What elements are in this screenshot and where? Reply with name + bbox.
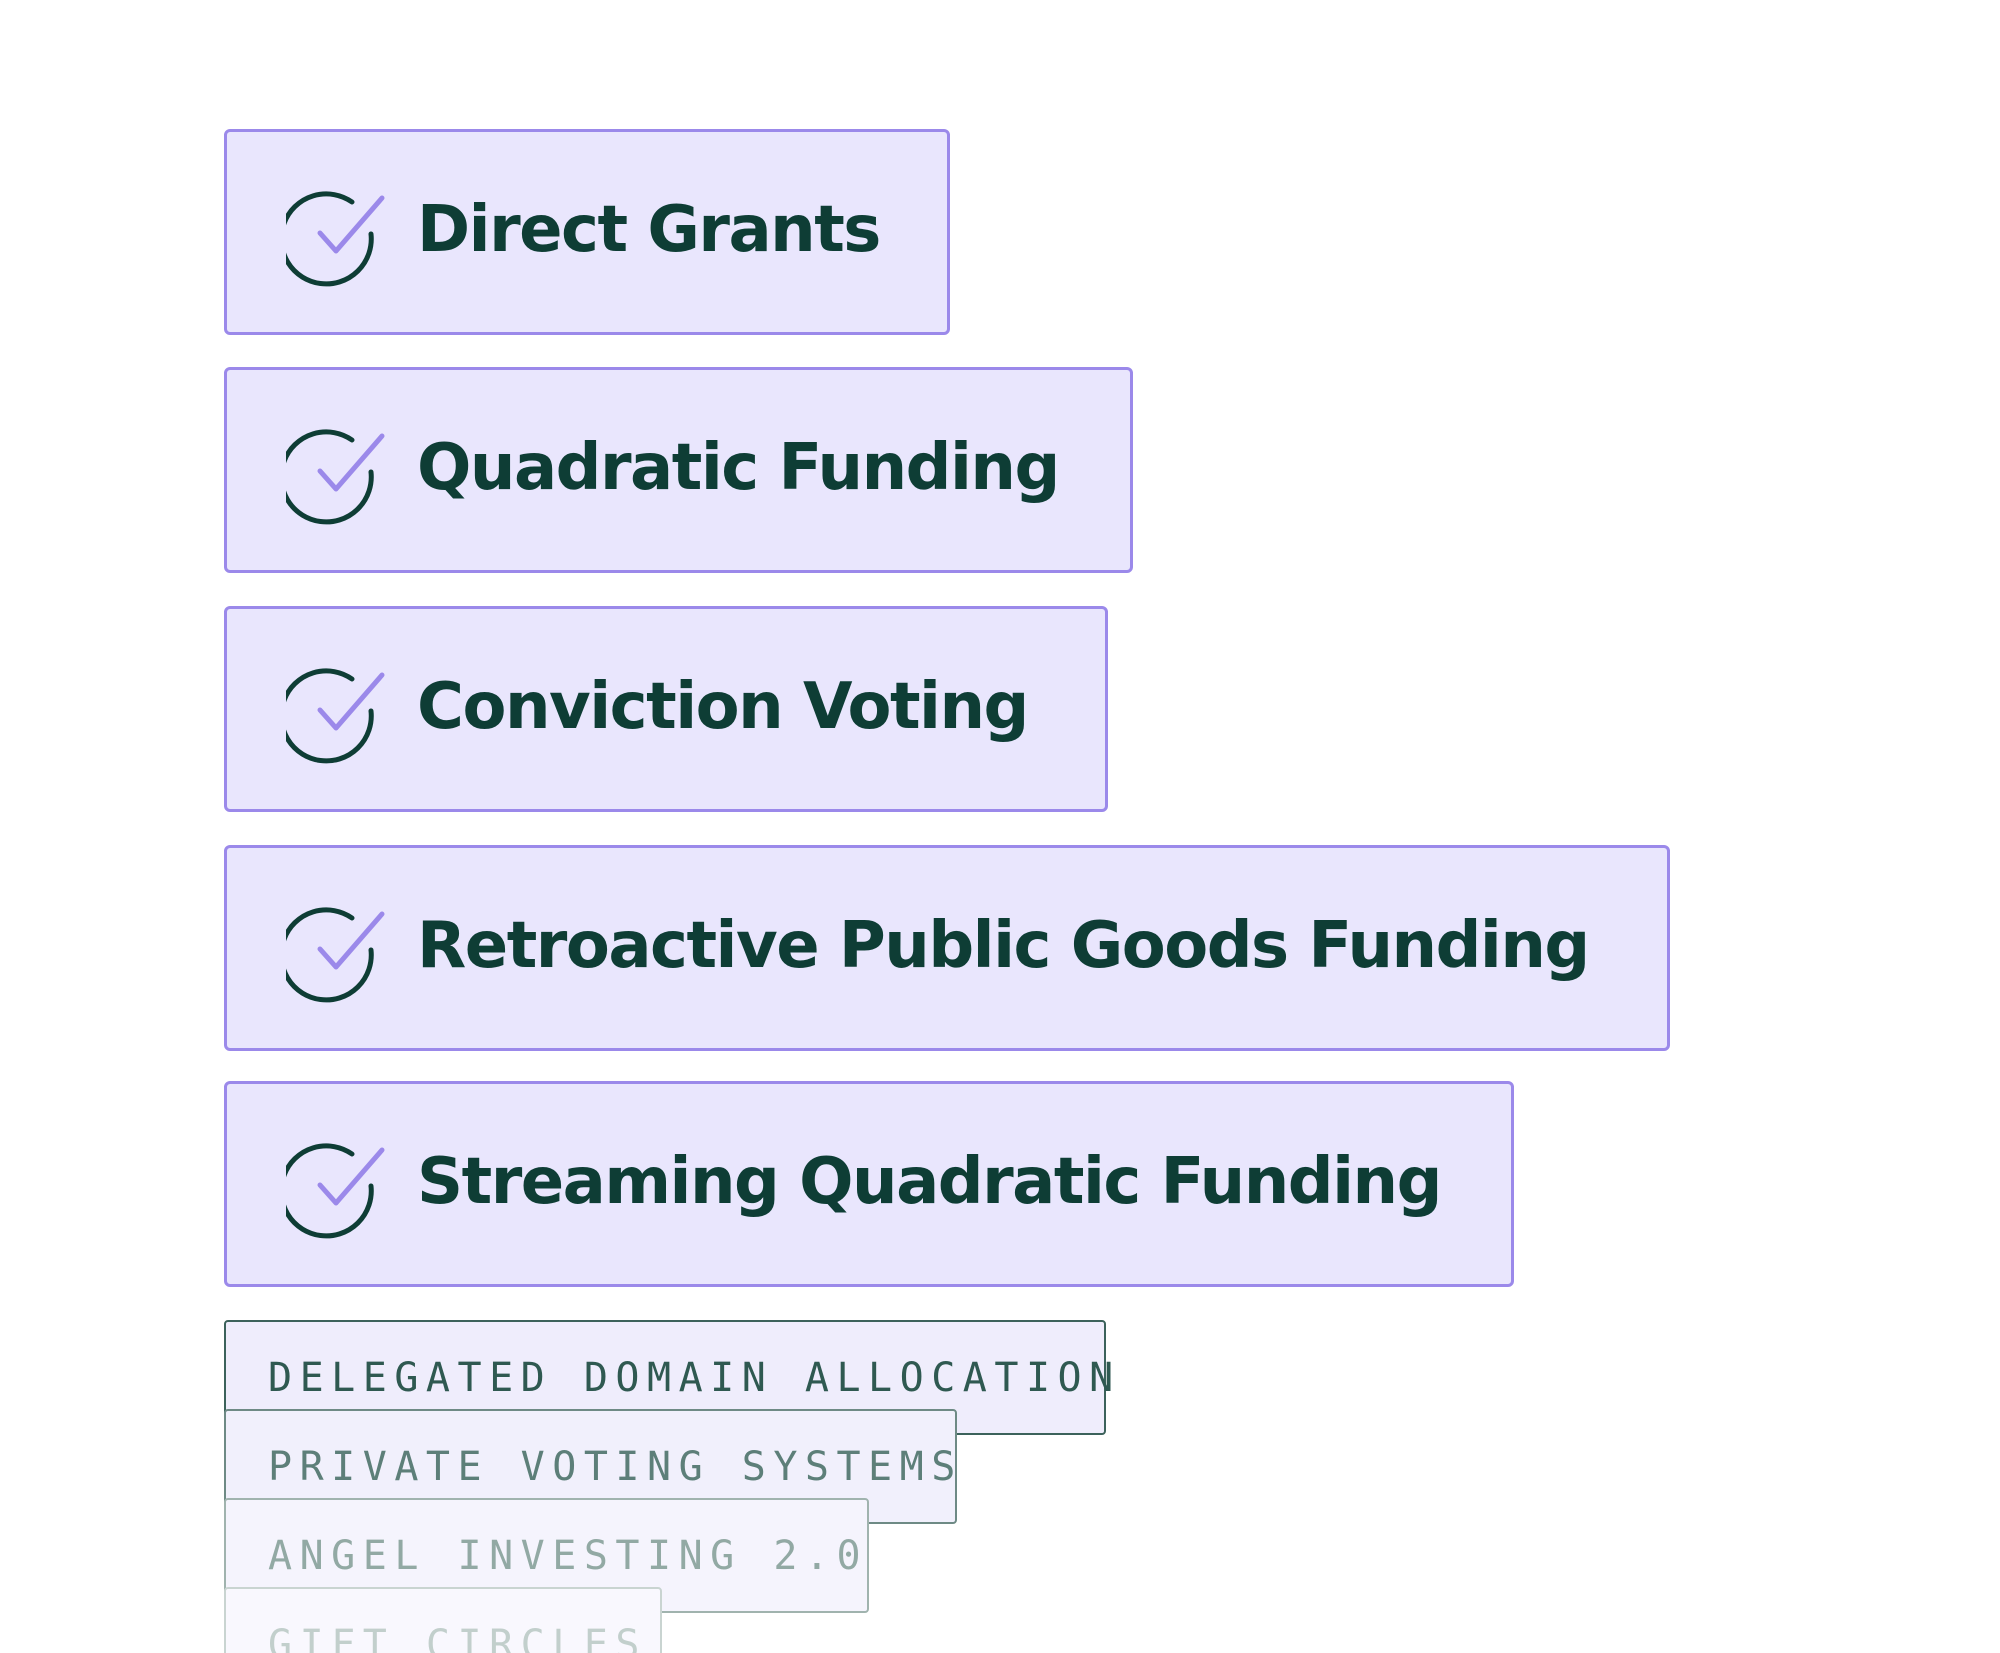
mechanism-card-direct-grants: Direct Grants	[224, 129, 950, 335]
mechanism-card-streaming-quadratic-funding: Streaming Quadratic Funding	[224, 1081, 1514, 1287]
mechanism-card-quadratic-funding: Quadratic Funding	[224, 367, 1133, 573]
mechanism-label: Quadratic Funding	[417, 431, 1060, 505]
check-circle-icon	[286, 907, 385, 1003]
mechanism-card-retroactive-public-goods-funding: Retroactive Public Goods Funding	[224, 845, 1670, 1051]
mechanism-label: Streaming Quadratic Funding	[417, 1145, 1442, 1219]
mechanism-list: Direct Grants Quadratic Funding Convicti…	[0, 0, 2000, 1653]
check-circle-icon	[286, 1143, 385, 1239]
upcoming-tag-label: GIFT CIRCLES	[268, 1622, 647, 1653]
mechanism-label: Direct Grants	[417, 193, 881, 267]
mechanism-label: Conviction Voting	[417, 670, 1029, 744]
mechanism-card-conviction-voting: Conviction Voting	[224, 606, 1108, 812]
upcoming-tag-gift-circles: GIFT CIRCLES	[224, 1587, 662, 1653]
check-circle-icon	[286, 191, 385, 287]
check-circle-icon	[286, 668, 385, 764]
check-circle-icon	[286, 429, 385, 525]
mechanism-label: Retroactive Public Goods Funding	[417, 909, 1590, 983]
